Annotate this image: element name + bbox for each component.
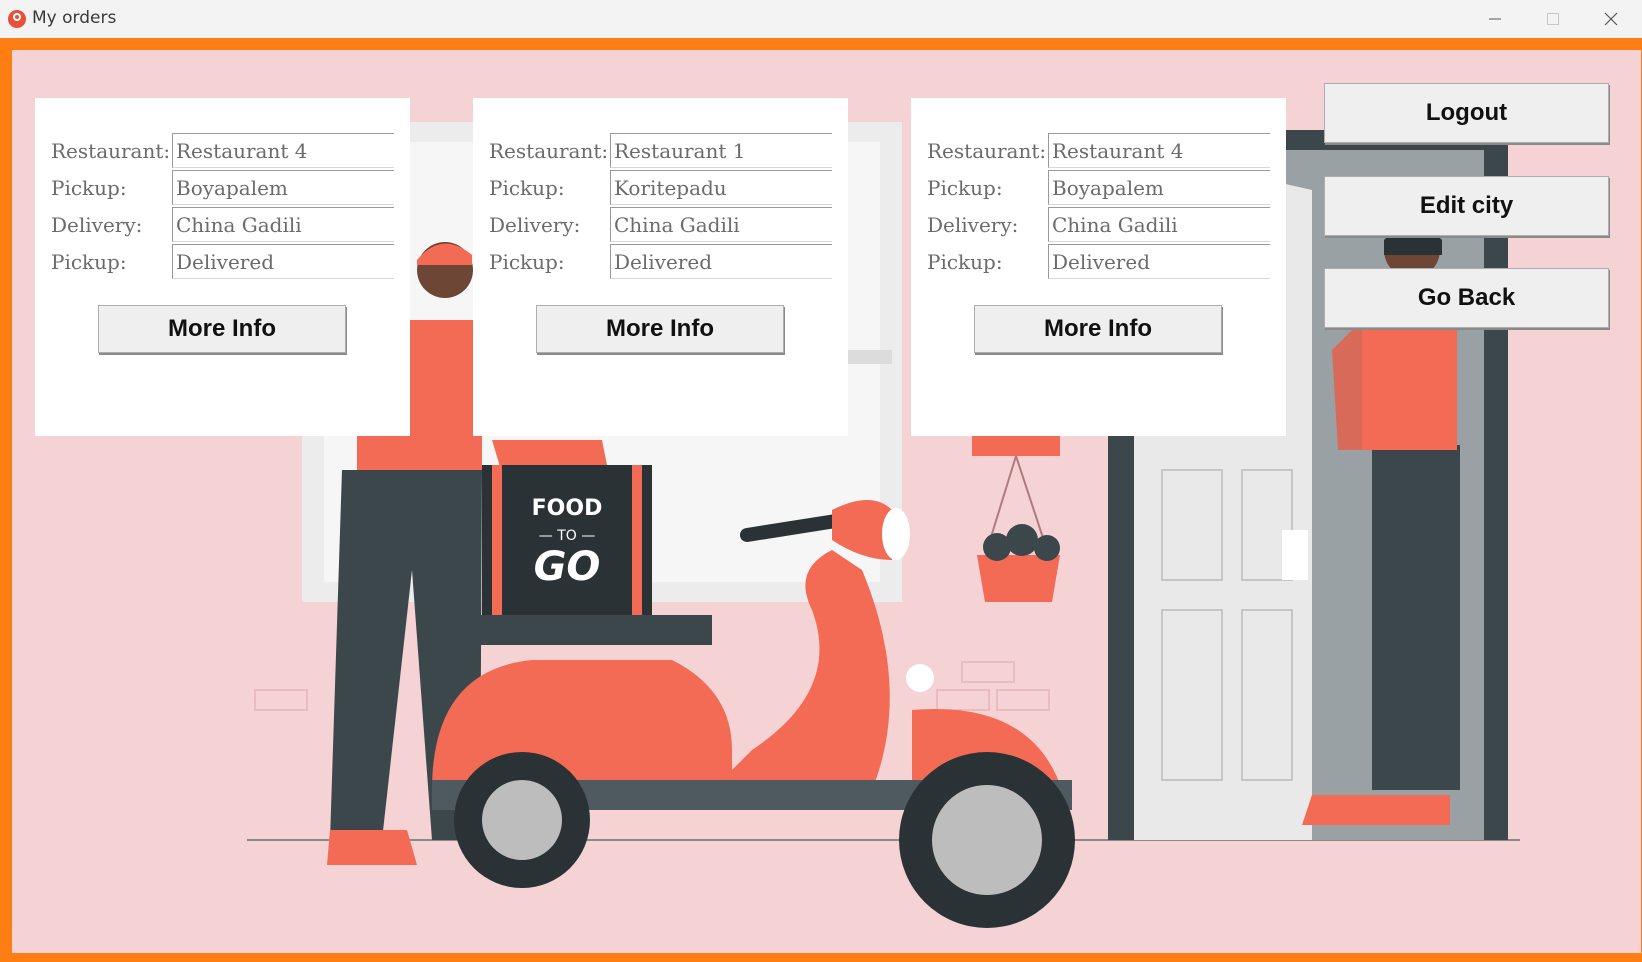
pickup-label: Pickup: xyxy=(927,176,1003,200)
go-back-button[interactable]: Go Back xyxy=(1324,268,1609,328)
pickup-label: Pickup: xyxy=(51,176,127,200)
restaurant-label: Restaurant: xyxy=(489,139,609,163)
status-label: Pickup: xyxy=(489,250,565,274)
pickup-field: Boyapalem xyxy=(172,170,394,205)
status-row: Pickup: Delivered xyxy=(473,244,848,281)
order-card: Restaurant: Restaurant 1 Pickup: Koritep… xyxy=(473,98,848,436)
restaurant-field: Restaurant 1 xyxy=(610,133,832,168)
delivery-row: Delivery: China Gadili xyxy=(35,207,410,244)
delivery-field: China Gadili xyxy=(172,207,394,242)
pickup-value: Boyapalem xyxy=(176,176,288,200)
food-box-text-mid: — TO — xyxy=(539,528,595,544)
window-title: My orders xyxy=(32,8,117,28)
app-icon xyxy=(8,10,26,28)
restaurant-row: Restaurant: Restaurant 1 xyxy=(473,133,848,170)
restaurant-field: Restaurant 4 xyxy=(172,133,394,168)
maximize-icon xyxy=(1547,13,1559,25)
status-field: Delivered xyxy=(610,244,832,279)
delivery-row: Delivery: China Gadili xyxy=(473,207,848,244)
status-field: Delivered xyxy=(1048,244,1270,279)
delivery-field: China Gadili xyxy=(610,207,832,242)
food-box-text-top: FOOD xyxy=(532,496,603,521)
status-value: Delivered xyxy=(176,250,274,274)
status-label: Pickup: xyxy=(51,250,127,274)
pickup-label: Pickup: xyxy=(489,176,565,200)
pickup-field: Boyapalem xyxy=(1048,170,1270,205)
order-card: Restaurant: Restaurant 4 Pickup: Boyapal… xyxy=(911,98,1286,436)
status-field: Delivered xyxy=(172,244,394,279)
pickup-row: Pickup: Koritepadu xyxy=(473,170,848,207)
close-button[interactable] xyxy=(1582,0,1640,38)
more-info-button[interactable]: More Info xyxy=(974,305,1222,353)
pickup-value: Boyapalem xyxy=(1052,176,1164,200)
minimize-button[interactable] xyxy=(1466,0,1524,38)
status-row: Pickup: Delivered xyxy=(911,244,1286,281)
restaurant-value: Restaurant 1 xyxy=(614,139,746,163)
close-icon xyxy=(1604,12,1618,26)
more-info-button[interactable]: More Info xyxy=(536,305,784,353)
minimize-icon xyxy=(1489,18,1501,20)
brick-decoration xyxy=(254,689,308,711)
status-value: Delivered xyxy=(614,250,712,274)
restaurant-value: Restaurant 4 xyxy=(176,139,308,163)
status-row: Pickup: Delivered xyxy=(35,244,410,281)
window-titlebar: My orders xyxy=(0,0,1642,38)
logout-button[interactable]: Logout xyxy=(1324,83,1609,143)
delivery-label: Delivery: xyxy=(51,213,143,237)
pickup-value: Koritepadu xyxy=(614,176,727,200)
delivery-field: China Gadili xyxy=(1048,207,1270,242)
restaurant-row: Restaurant: Restaurant 4 xyxy=(35,133,410,170)
edit-city-button[interactable]: Edit city xyxy=(1324,176,1609,236)
customer-figure xyxy=(1372,445,1460,790)
restaurant-label: Restaurant: xyxy=(51,139,171,163)
status-label: Pickup: xyxy=(927,250,1003,274)
order-card: Restaurant: Restaurant 4 Pickup: Boyapal… xyxy=(35,98,410,436)
restaurant-label: Restaurant: xyxy=(927,139,1047,163)
delivery-value: China Gadili xyxy=(1052,213,1178,237)
restaurant-row: Restaurant: Restaurant 4 xyxy=(911,133,1286,170)
delivery-label: Delivery: xyxy=(489,213,581,237)
restaurant-value: Restaurant 4 xyxy=(1052,139,1184,163)
maximize-button[interactable] xyxy=(1524,0,1582,38)
pickup-row: Pickup: Boyapalem xyxy=(911,170,1286,207)
main-canvas: FOOD — TO — GO Restaurant: Restaurant 4 … xyxy=(12,50,1641,953)
pickup-row: Pickup: Boyapalem xyxy=(35,170,410,207)
delivery-value: China Gadili xyxy=(176,213,302,237)
hanging-plant xyxy=(977,555,1060,602)
more-info-button[interactable]: More Info xyxy=(98,305,346,353)
delivery-label: Delivery: xyxy=(927,213,1019,237)
pickup-field: Koritepadu xyxy=(610,170,832,205)
status-value: Delivered xyxy=(1052,250,1150,274)
delivery-value: China Gadili xyxy=(614,213,740,237)
delivery-row: Delivery: China Gadili xyxy=(911,207,1286,244)
food-box-text-bottom: GO xyxy=(534,544,601,590)
restaurant-field: Restaurant 4 xyxy=(1048,133,1270,168)
